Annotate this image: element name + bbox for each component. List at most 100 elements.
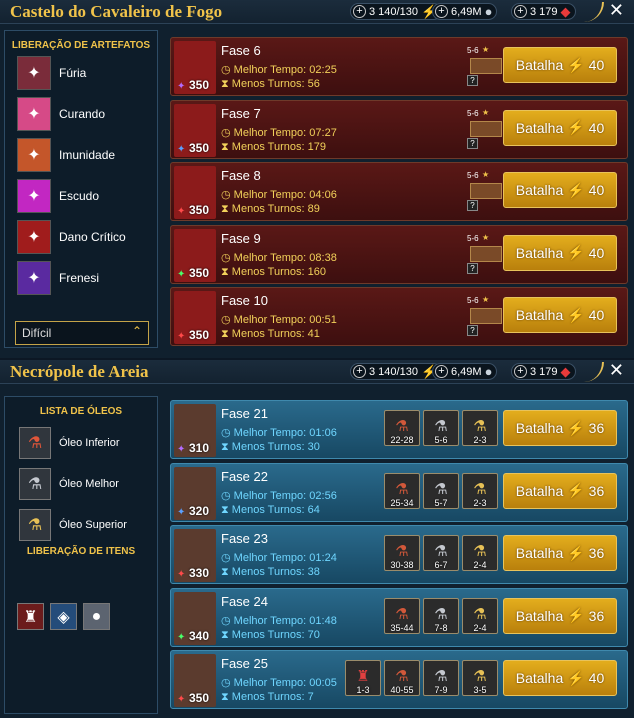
- plus-icon[interactable]: +: [514, 365, 527, 378]
- stage-row[interactable]: ✦ 350 Fase 9 ◷ Melhor Tempo: 08:38 ⧗ Menos T…: [170, 224, 628, 284]
- menu-curve-icon[interactable]: [582, 362, 604, 382]
- clock-icon: ◷: [221, 552, 231, 564]
- artifact-set-item[interactable]: ✦ Escudo: [17, 178, 99, 214]
- loot-item[interactable]: ⚗ 30-38: [384, 535, 420, 571]
- loot-item[interactable]: ⚗ 7-9: [423, 660, 459, 696]
- artifact-set-item[interactable]: ✦ Imunidade: [17, 137, 115, 173]
- min-turns-text: Menos Turnos: 38: [231, 566, 320, 578]
- battle-button[interactable]: Batalha ⚡ 40: [503, 234, 617, 271]
- loot-item[interactable]: ⚗ 6-7: [423, 535, 459, 571]
- loot-item[interactable]: ♜ 1-3: [345, 660, 381, 696]
- min-turns-text: Menos Turnos: 30: [231, 441, 320, 453]
- silver-counter[interactable]: +6,49M ●: [432, 3, 498, 20]
- battle-button[interactable]: Batalha ⚡ 40: [503, 172, 617, 208]
- stage-row[interactable]: ✦ 350 Fase 10 ◷ Melhor Tempo: 00:51 ⧗ Menos …: [170, 287, 628, 346]
- oil-flask-icon: ⚗: [395, 480, 409, 498]
- artifact-set-item[interactable]: ✦ Fúria: [17, 55, 86, 91]
- loot-item[interactable]: ⚗ 25-34: [384, 472, 420, 509]
- loot-item[interactable]: ⚗ 2-4: [462, 597, 498, 634]
- battle-label: Batalha: [515, 670, 564, 686]
- difficulty-select[interactable]: Difícil ⌃: [15, 321, 149, 345]
- loot-item[interactable]: ⚗ 2-3: [462, 410, 498, 446]
- clock-icon: ◷: [221, 126, 231, 139]
- loot-item[interactable]: ⚗ 7-8: [423, 597, 459, 634]
- loot-item[interactable]: ⚗ 2-3: [462, 472, 498, 509]
- energy-counter[interactable]: +3 140/130 ⚡: [350, 3, 443, 20]
- battle-button[interactable]: Batalha ⚡ 36: [503, 472, 617, 509]
- loot-range: 2-4: [473, 560, 487, 570]
- star-icon: ★: [482, 107, 490, 117]
- plus-icon[interactable]: +: [353, 365, 366, 378]
- loot-item[interactable]: ⚗ 22-28: [384, 410, 420, 446]
- artifact-set-item[interactable]: ✦ Frenesi: [17, 260, 99, 296]
- stage-row[interactable]: ✦ 340 Fase 24 ◷ Melhor Tempo: 01:48 ⧗ Menos …: [170, 587, 628, 647]
- close-icon[interactable]: ✕: [609, 0, 624, 21]
- energy-bolt-icon: ⚡: [567, 306, 585, 323]
- gem-counter[interactable]: +3 179 ◆: [511, 3, 576, 20]
- hourglass-icon: ⧗: [221, 691, 229, 703]
- best-time-text: Melhor Tempo: 01:06: [233, 427, 337, 439]
- reward-chest[interactable]: 5-6 ★?: [467, 45, 505, 86]
- best-time-text: Melhor Tempo: 02:25: [233, 64, 337, 76]
- battle-button[interactable]: Batalha ⚡ 40: [503, 109, 617, 146]
- plus-icon[interactable]: +: [353, 5, 366, 18]
- hourglass-icon: ⧗: [221, 265, 229, 278]
- panel-title: Necrópole de Areia: [10, 362, 149, 381]
- artifact-set-item[interactable]: ✦ Curando: [17, 96, 105, 132]
- energy-cost: 40: [588, 244, 605, 261]
- silver-counter[interactable]: +6,49M ●: [432, 363, 498, 380]
- loot-item[interactable]: ⚗ 5-6: [423, 410, 459, 446]
- battle-button[interactable]: Batalha ⚡ 40: [503, 297, 617, 333]
- battle-button[interactable]: Batalha ⚡ 40: [503, 660, 617, 696]
- crystal-item-icon[interactable]: ◈: [50, 603, 77, 630]
- loot-range: 7-8: [434, 622, 448, 633]
- boss-portrait: ✦ 310: [174, 404, 216, 457]
- crest-item-icon[interactable]: ♜: [17, 603, 44, 630]
- plus-icon[interactable]: +: [435, 5, 448, 18]
- battle-button[interactable]: Batalha ⚡ 40: [503, 47, 617, 83]
- silver-coin-item-icon[interactable]: ●: [83, 603, 110, 630]
- oil-item[interactable]: ⚗ Óleo Melhor: [19, 466, 119, 502]
- loot-item[interactable]: ⚗ 40-55: [384, 660, 420, 696]
- loot-item[interactable]: ⚗ 3-5: [462, 660, 498, 696]
- oil-label: Óleo Inferior: [59, 437, 120, 449]
- close-icon[interactable]: ✕: [609, 360, 624, 381]
- best-time-text: Melhor Tempo: 02:56: [233, 489, 337, 502]
- menu-curve-icon[interactable]: [582, 2, 604, 22]
- loot-item[interactable]: ⚗ 5-7: [423, 472, 459, 509]
- chest-icon: [470, 120, 502, 137]
- energy-counter[interactable]: +3 140/130 ⚡: [350, 363, 443, 380]
- plus-icon[interactable]: +: [435, 365, 448, 378]
- oil-item[interactable]: ⚗ Óleo Superior: [19, 507, 127, 543]
- stage-row[interactable]: ✦ 330 Fase 23 ◷ Melhor Tempo: 01:24 ⧗ Menos …: [170, 525, 628, 584]
- stage-row[interactable]: ✦ 350 Fase 25 ◷ Melhor Tempo: 00:05 ⧗ Menos …: [170, 650, 628, 709]
- reward-chest[interactable]: 5-6 ★?: [467, 107, 505, 149]
- oil-flask-icon: ⚗: [473, 543, 487, 560]
- stage-row[interactable]: ✦ 310 Fase 21 ◷ Melhor Tempo: 01:06 ⧗ Menos …: [170, 400, 628, 459]
- loot-item[interactable]: ⚗ 35-44: [384, 597, 420, 634]
- stage-row[interactable]: ✦ 350 Fase 6 ◷ Melhor Tempo: 02:25 ⧗ Menos T…: [170, 37, 628, 96]
- battle-button[interactable]: Batalha ⚡ 36: [503, 410, 617, 446]
- stage-name: Fase 22: [221, 468, 268, 484]
- reward-chest[interactable]: 5-6 ★?: [467, 170, 505, 211]
- stage-row[interactable]: ✦ 320 Fase 22 ◷ Melhor Tempo: 02:56 ⧗ Menos …: [170, 462, 628, 522]
- star-icon: ★: [482, 232, 490, 242]
- loot-item[interactable]: ⚗ 2-4: [462, 535, 498, 571]
- stage-row[interactable]: ✦ 350 Fase 8 ◷ Melhor Tempo: 04:06 ⧗ Menos T…: [170, 162, 628, 221]
- reward-chest[interactable]: 5-6 ★?: [467, 232, 505, 274]
- boss-portrait: ✦ 350: [174, 166, 216, 219]
- hourglass-icon: ⧗: [221, 441, 229, 453]
- battle-button[interactable]: Batalha ⚡ 36: [503, 535, 617, 571]
- battle-button[interactable]: Batalha ⚡ 36: [503, 597, 617, 634]
- oil-item[interactable]: ⚗ Óleo Inferior: [19, 425, 120, 461]
- gem-counter[interactable]: +3 179 ◆: [511, 363, 576, 380]
- plus-icon[interactable]: +: [514, 5, 527, 18]
- chest-icon: [470, 308, 502, 324]
- min-turns-text: Menos Turnos: 41: [231, 328, 320, 340]
- energy-bolt-icon: ⚡: [567, 419, 585, 436]
- reward-chest[interactable]: 5-6 ★?: [467, 295, 505, 336]
- artifact-set-item[interactable]: ✦ Dano Crítico: [17, 219, 126, 255]
- energy-cost: 36: [588, 420, 605, 436]
- chest-level: 5-6: [467, 233, 479, 243]
- stage-row[interactable]: ✦ 350 Fase 7 ◷ Melhor Tempo: 07:27 ⧗ Menos T…: [170, 99, 628, 159]
